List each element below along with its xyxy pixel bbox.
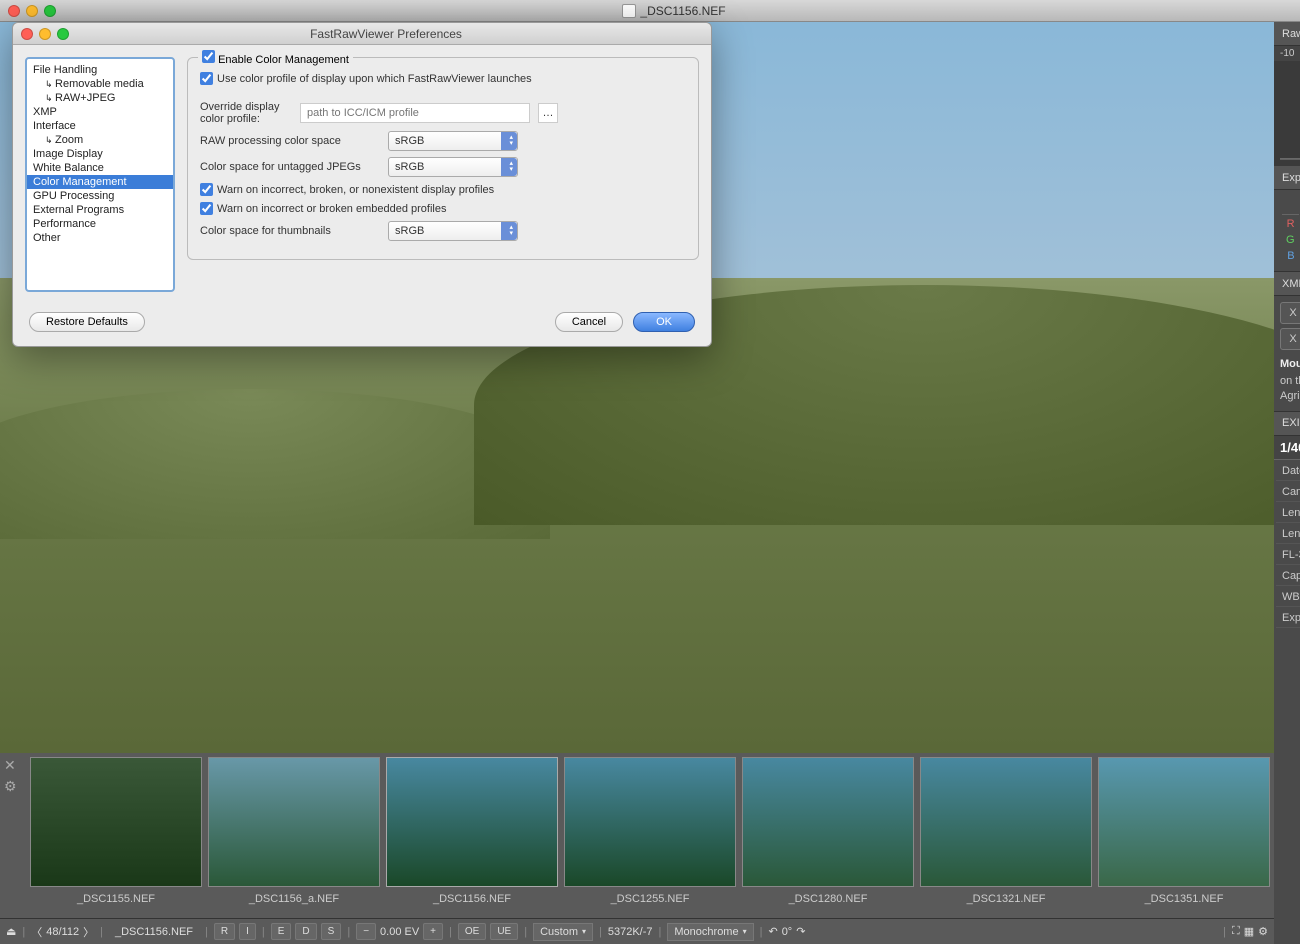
oe-button[interactable]: OE [458,923,486,940]
minimize-dialog-button[interactable] [39,28,51,40]
window-title: _DSC1156.NEF [56,4,1292,18]
xmp-panel-header: XMP Metadata ⚙✕ [1274,272,1300,296]
prefs-item-color-management[interactable]: Color Management [27,175,173,189]
monochrome-dropdown[interactable]: Monochrome [667,923,753,941]
prefs-item-gpu[interactable]: GPU Processing [27,189,173,203]
xmp-image-title: Mountain Valley [1280,358,1300,370]
grid-icon[interactable]: ▦ [1244,925,1254,938]
warn-embedded-checkbox[interactable]: Warn on incorrect or broken embedded pro… [200,202,447,215]
filmstrip-settings-icon[interactable]: ⚙ [4,778,24,795]
exif-summary: 1/400 f/11 @ISO200 24mm [1274,436,1300,460]
prefs-item-image-display[interactable]: Image Display [27,147,173,161]
prefs-item-white-balance[interactable]: White Balance [27,161,173,175]
custom-dropdown[interactable]: Custom [533,923,593,941]
thumbnail[interactable]: _DSC1351.NEF [1098,757,1270,909]
e-button[interactable]: E [271,923,292,940]
rotate-ccw-icon[interactable]: ↶ [768,925,777,938]
close-filmstrip-icon[interactable]: ✕ [4,757,24,774]
right-panel-stack: Raw Histogram ✕ -10 -5 EV0 +3 [1274,22,1300,944]
ue-button[interactable]: UE [490,923,518,940]
prefs-category-list: File Handling Removable media RAW+JPEG X… [25,57,175,292]
enable-cm-checkbox[interactable]: Enable Color Management [202,54,349,66]
prefs-item-removable-media[interactable]: Removable media [27,77,173,91]
ev-plus-button[interactable]: + [423,923,443,940]
prefs-item-file-handling[interactable]: File Handling [27,63,173,77]
cancel-button[interactable]: Cancel [555,312,623,332]
restore-defaults-button[interactable]: Restore Defaults [29,312,145,332]
minimize-window-button[interactable] [26,5,38,17]
fit-icon[interactable]: ⛶ [1232,925,1240,938]
xmp-reject-button[interactable]: X [1280,302,1300,324]
raw-space-label: RAW processing color space [200,135,380,147]
thumbnail[interactable]: _DSC1156_a.NEF [208,757,380,909]
xmp-image-description: on the road from Selinunte to Agrigento,… [1280,374,1300,405]
ok-button[interactable]: OK [633,312,695,332]
raw-space-select[interactable]: sRGB▴▾ [388,131,518,151]
window-titlebar: _DSC1156.NEF [0,0,1300,22]
ev-minus-button[interactable]: − [356,923,376,940]
next-file-button[interactable]: 〉 [83,924,94,940]
r-button[interactable]: R [214,923,235,940]
browse-profile-button[interactable]: … [538,103,558,123]
thumbnail[interactable]: _DSC1255.NEF [564,757,736,909]
current-filename: _DSC1156.NEF [109,926,199,938]
filmstrip: ✕ ⚙ _DSC1155.NEF _DSC1156_a.NEF _DSC1156… [0,753,1274,918]
xmp-metadata-panel: X ☆ ☆ ☆ ☆ ☆ X Mountain Valley on the roa… [1274,296,1300,412]
prefs-item-external[interactable]: External Programs [27,203,173,217]
thumb-space-select[interactable]: sRGB▴▾ [388,221,518,241]
thumbnail[interactable]: _DSC1321.NEF [920,757,1092,909]
eject-icon[interactable]: ⏏ [6,925,16,938]
exif-panel-header: EXIF ⚙✕ [1274,412,1300,436]
untagged-space-select[interactable]: sRGB▴▾ [388,157,518,177]
ev-value: 0.00 EV [380,926,419,938]
exposure-panel-header: Exposure Stats ⚙✕ [1274,166,1300,190]
exif-table: Date&Time2008:06:22 09:37:17 CameraNIKON… [1274,460,1300,630]
close-window-button[interactable] [8,5,20,17]
untagged-space-label: Color space for untagged JPEGs [200,161,380,173]
histogram-chart: -10 -5 EV0 +3 [1274,46,1300,166]
rotation-angle: 0° [782,926,793,938]
use-display-profile-checkbox[interactable]: Use color profile of display upon which … [200,72,532,85]
prefs-item-interface[interactable]: Interface [27,119,173,133]
close-dialog-button[interactable] [21,28,33,40]
override-profile-input[interactable] [300,103,530,123]
override-profile-label: Override display color profile: [200,101,292,125]
zoom-window-button[interactable] [44,5,56,17]
s-button[interactable]: S [321,923,342,940]
wb-value: 5372K/-7 [608,926,653,938]
prev-file-button[interactable]: 〈 [31,924,42,940]
prefs-item-performance[interactable]: Performance [27,217,173,231]
thumbnail[interactable]: _DSC1155.NEF [30,757,202,909]
thumbnail[interactable]: _DSC1280.NEF [742,757,914,909]
exposure-stats-table: UnExpOveExpOE+Corr R2k0.07%00%00% G10%00… [1274,190,1300,272]
preferences-dialog: FastRawViewer Preferences File Handling … [12,22,712,347]
zoom-dialog-button[interactable] [57,28,69,40]
prefs-item-zoom[interactable]: Zoom [27,133,173,147]
color-management-group: Enable Color Management Use color profil… [187,57,699,260]
i-button[interactable]: I [239,923,256,940]
document-icon [622,4,636,18]
prefs-titlebar: FastRawViewer Preferences [13,23,711,45]
prefs-item-raw-jpeg[interactable]: RAW+JPEG [27,91,173,105]
thumbnail-selected[interactable]: _DSC1156.NEF [386,757,558,909]
d-button[interactable]: D [295,923,316,940]
prefs-item-other[interactable]: Other [27,231,173,245]
histogram-panel-header: Raw Histogram ✕ [1274,22,1300,46]
warn-display-checkbox[interactable]: Warn on incorrect, broken, or nonexisten… [200,183,494,196]
rotate-cw-icon[interactable]: ↷ [796,925,805,938]
file-counter: 48/112 [46,926,79,938]
xmp-clear-color[interactable]: X [1280,328,1300,350]
statusbar: ⏏ | 〈 48/112 〉 | _DSC1156.NEF | R I | E … [0,918,1274,944]
settings-icon[interactable]: ⚙ [1258,925,1268,938]
prefs-item-xmp[interactable]: XMP [27,105,173,119]
thumb-space-label: Color space for thumbnails [200,225,380,237]
